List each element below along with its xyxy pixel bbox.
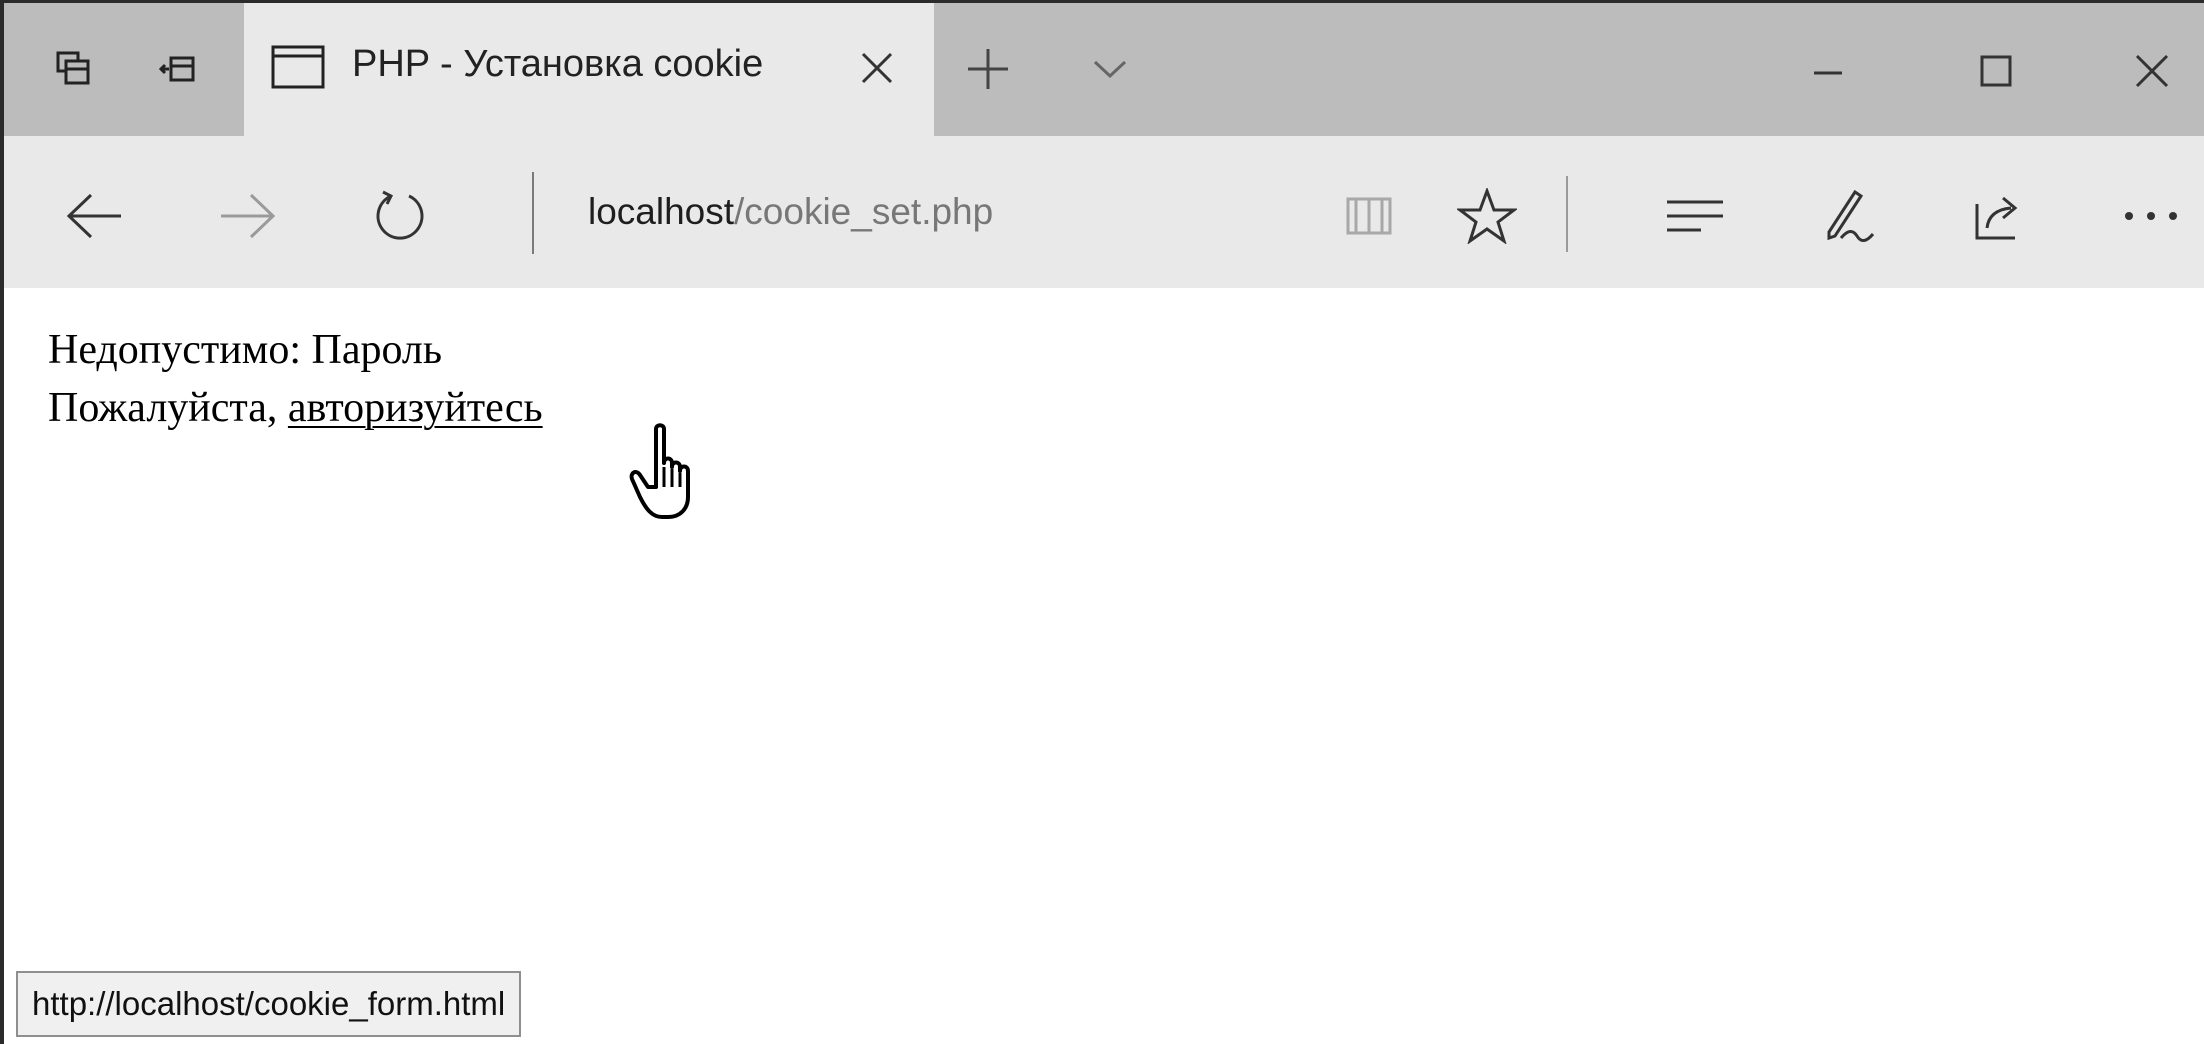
divider bbox=[532, 172, 534, 254]
refresh-button[interactable] bbox=[364, 181, 434, 251]
hub-icon[interactable] bbox=[1660, 181, 1730, 251]
tab-preview-icon[interactable] bbox=[48, 43, 100, 95]
page-content: Недопустимо: Пароль Пожалуйста, авторизу… bbox=[48, 321, 543, 437]
star-icon[interactable] bbox=[1452, 181, 1522, 251]
maximize-icon[interactable] bbox=[1966, 43, 2026, 99]
url-field[interactable]: localhost/cookie_set.php bbox=[588, 191, 993, 233]
set-aside-tabs-icon[interactable] bbox=[152, 43, 204, 95]
book-icon[interactable] bbox=[1334, 181, 1404, 251]
login-link[interactable]: авторизуйтесь bbox=[288, 385, 543, 431]
divider bbox=[1566, 176, 1568, 252]
close-tab-icon[interactable] bbox=[852, 43, 902, 93]
login-prompt: Пожалуйста, авторизуйтесь bbox=[48, 379, 543, 437]
close-window-icon[interactable] bbox=[2122, 43, 2182, 99]
status-bar-url: http://localhost/cookie_form.html bbox=[16, 971, 522, 1037]
back-button[interactable] bbox=[60, 181, 130, 251]
tab-bar: PHP - Установка cookie bbox=[4, 3, 2204, 136]
tab-title: PHP - Установка cookie bbox=[352, 43, 764, 85]
forward-button[interactable] bbox=[212, 181, 282, 251]
plus-icon[interactable] bbox=[962, 43, 1014, 95]
tab-active[interactable]: PHP - Установка cookie bbox=[244, 3, 934, 136]
error-message: Недопустимо: Пароль bbox=[48, 327, 443, 373]
share-icon[interactable] bbox=[1964, 181, 2034, 251]
url-host: localhost bbox=[588, 191, 735, 232]
address-bar: localhost/cookie_set.php bbox=[4, 136, 2204, 288]
hand-cursor-icon bbox=[628, 423, 718, 523]
pen-icon[interactable] bbox=[1816, 181, 1886, 251]
url-path: /cookie_set.php bbox=[734, 191, 994, 232]
login-prompt-text: Пожалуйста, bbox=[48, 385, 288, 431]
minimize-icon[interactable] bbox=[1798, 43, 1858, 99]
browser-window: PHP - Установка cookie localhost/cookie_… bbox=[0, 0, 2204, 1044]
more-icon[interactable] bbox=[2116, 181, 2186, 251]
chevron-down-icon[interactable] bbox=[1084, 43, 1136, 95]
page-icon bbox=[270, 43, 326, 96]
